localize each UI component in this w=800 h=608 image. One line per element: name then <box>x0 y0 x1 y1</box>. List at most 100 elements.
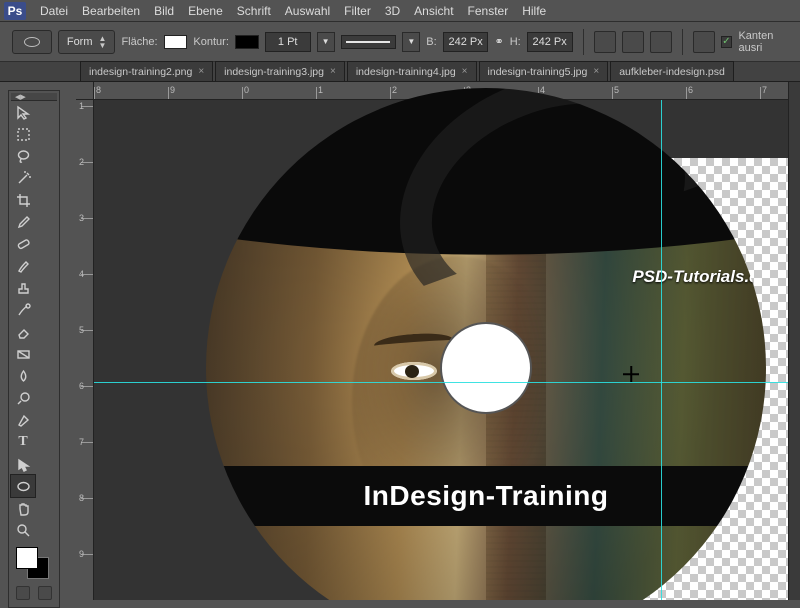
stamp-tool[interactable] <box>11 277 35 299</box>
hand-tool[interactable] <box>11 497 35 519</box>
marquee-icon <box>16 127 31 142</box>
heal-tool[interactable] <box>11 233 35 255</box>
menubar: Ps Datei Bearbeiten Bild Ebene Schrift A… <box>0 0 800 22</box>
close-icon[interactable]: × <box>593 66 599 77</box>
stroke-swatch[interactable] <box>235 35 259 49</box>
ellipse-icon <box>16 479 31 494</box>
separator <box>583 29 584 55</box>
stroke-style-dropdown[interactable]: ▼ <box>402 32 420 52</box>
type-tool[interactable]: T <box>11 431 35 453</box>
separator <box>682 29 683 55</box>
tab-doc-4[interactable]: aufkleber-indesign.psd <box>610 61 734 81</box>
align-button[interactable] <box>622 31 644 53</box>
standard-mode-button[interactable] <box>16 586 30 600</box>
menu-filter[interactable]: Filter <box>344 4 371 18</box>
foreground-swatch[interactable] <box>16 547 38 569</box>
pen-icon <box>16 413 31 428</box>
gradient-icon <box>16 347 31 362</box>
color-swatches[interactable] <box>13 545 55 581</box>
ruler-tick-label: 4 <box>79 269 84 279</box>
document[interactable]: PSD-Tutorials.de InDesign-Training <box>426 158 800 600</box>
eyedropper-tool[interactable] <box>11 211 35 233</box>
tab-doc-0[interactable]: indesign-training2.png × <box>80 61 213 81</box>
antialias-checkbox[interactable]: ✓ <box>721 36 733 48</box>
eraser-tool[interactable] <box>11 321 35 343</box>
zoom-icon <box>16 523 31 538</box>
link-wh-icon[interactable]: ⚭ <box>494 35 503 48</box>
tab-doc-2[interactable]: indesign-training4.jpg × <box>347 61 477 81</box>
wand-tool[interactable] <box>11 167 35 189</box>
width-label: B: <box>426 36 436 48</box>
menu-image[interactable]: Bild <box>154 4 174 18</box>
shape-mode-select[interactable]: Form ▲▼ <box>58 30 116 54</box>
close-icon[interactable]: × <box>462 66 468 77</box>
height-label: H: <box>510 36 521 48</box>
ruler-tick-label: 8 <box>79 493 84 503</box>
width-field[interactable]: 242 Px <box>443 32 489 52</box>
path-ops-button[interactable] <box>594 31 616 53</box>
antialias-label: Kanten ausri <box>738 30 800 54</box>
tab-label: indesign-training4.jpg <box>356 66 456 78</box>
title-text: InDesign-Training <box>364 480 609 512</box>
arrange-button[interactable] <box>650 31 672 53</box>
wand-icon <box>16 171 31 186</box>
menu-select[interactable]: Auswahl <box>285 4 330 18</box>
title-band: InDesign-Training <box>206 466 766 526</box>
fill-swatch[interactable] <box>164 35 188 49</box>
move-icon <box>16 105 31 120</box>
ruler-tick-label: 9 <box>79 549 84 559</box>
canvas-area[interactable]: 8901234567 123456789 PSD-Tutorials.de In… <box>76 82 800 600</box>
menu-window[interactable]: Fenster <box>468 4 509 18</box>
stroke-width-field[interactable]: 1 Pt <box>265 32 311 52</box>
ruler-tick-label: 3 <box>79 213 84 223</box>
panel-dock[interactable] <box>788 82 800 600</box>
ruler-tick-label: 5 <box>79 325 84 335</box>
toolbox-grip[interactable]: ◀▶ <box>11 93 57 101</box>
quickmask-mode-button[interactable] <box>38 586 52 600</box>
bandaid-icon <box>16 237 31 252</box>
dodge-tool[interactable] <box>11 387 35 409</box>
history-brush-icon <box>16 303 31 318</box>
app-logo: Ps <box>4 2 26 20</box>
crop-tool[interactable] <box>11 189 35 211</box>
updown-icon: ▲▼ <box>99 35 107 49</box>
menu-layer[interactable]: Ebene <box>188 4 223 18</box>
brush-tool[interactable] <box>11 255 35 277</box>
shape-options-button[interactable] <box>693 31 715 53</box>
ruler-vertical[interactable]: 123456789 <box>76 100 94 600</box>
ellipse-shape-tool[interactable] <box>11 475 35 497</box>
guide-horizontal[interactable] <box>94 382 800 383</box>
eyedropper-icon <box>16 215 31 230</box>
lasso-tool[interactable] <box>11 145 35 167</box>
tool-preset-picker[interactable] <box>12 30 52 54</box>
height-field[interactable]: 242 Px <box>527 32 573 52</box>
menu-view[interactable]: Ansicht <box>414 4 453 18</box>
menu-type[interactable]: Schrift <box>237 4 271 18</box>
history-brush-tool[interactable] <box>11 299 35 321</box>
tab-doc-1[interactable]: indesign-training3.jpg × <box>215 61 345 81</box>
menu-file[interactable]: Datei <box>40 4 68 18</box>
move-tool[interactable] <box>11 101 35 123</box>
zoom-tool[interactable] <box>11 519 35 541</box>
stroke-style-picker[interactable] <box>341 35 397 49</box>
ruler-origin[interactable] <box>76 82 94 100</box>
guide-vertical[interactable] <box>661 100 662 600</box>
toolbox: ◀▶ T <box>8 90 60 608</box>
close-icon[interactable]: × <box>330 66 336 77</box>
close-icon[interactable]: × <box>198 66 204 77</box>
brush-icon <box>16 259 31 274</box>
path-select-tool[interactable] <box>11 453 35 475</box>
tab-doc-3[interactable]: indesign-training5.jpg × <box>479 61 609 81</box>
ruler-tick-label: 2 <box>392 85 397 95</box>
tab-label: indesign-training5.jpg <box>488 66 588 78</box>
menu-edit[interactable]: Bearbeiten <box>82 4 140 18</box>
menu-help[interactable]: Hilfe <box>522 4 546 18</box>
marquee-tool[interactable] <box>11 123 35 145</box>
gradient-tool[interactable] <box>11 343 35 365</box>
blur-tool[interactable] <box>11 365 35 387</box>
stroke-width-dropdown[interactable]: ▼ <box>317 32 335 52</box>
options-bar: Form ▲▼ Fläche: Kontur: 1 Pt ▼ ▼ B: 242 … <box>0 22 800 62</box>
pen-tool[interactable] <box>11 409 35 431</box>
menu-3d[interactable]: 3D <box>385 4 400 18</box>
center-hole <box>440 322 532 414</box>
